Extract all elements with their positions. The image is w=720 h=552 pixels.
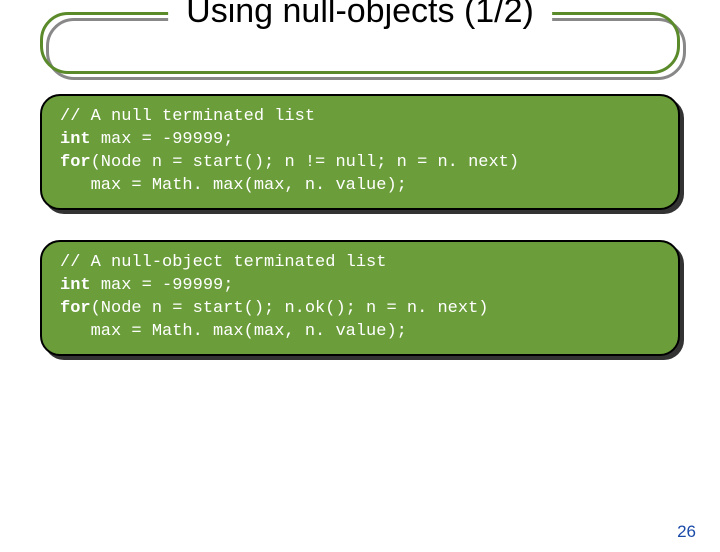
code-line: // A null terminated list [60, 107, 315, 126]
keyword-int: int [60, 130, 101, 149]
code-block-2: // A null-object terminated list int max… [40, 240, 680, 356]
keyword-int: int [60, 276, 101, 295]
code-line: (Node n = start(); n != null; n = n. nex… [91, 153, 519, 172]
code-line: // A null-object terminated list [60, 253, 386, 272]
slide-title-frame: Using null-objects (1/2) [40, 12, 680, 74]
code-box-1: // A null terminated list int max = -999… [40, 94, 680, 210]
code-line: max = -99999; [101, 130, 234, 149]
page-number: 26 [677, 522, 696, 542]
code-box-2: // A null-object terminated list int max… [40, 240, 680, 356]
keyword-for: for [60, 153, 91, 172]
code-block-1: // A null terminated list int max = -999… [40, 94, 680, 210]
code-line: max = -99999; [101, 276, 234, 295]
code-line: max = Math. max(max, n. value); [60, 322, 407, 341]
code-line: (Node n = start(); n.ok(); n = n. next) [91, 299, 489, 318]
keyword-for: for [60, 299, 91, 318]
slide-title: Using null-objects (1/2) [168, 0, 552, 31]
code-line: max = Math. max(max, n. value); [60, 176, 407, 195]
